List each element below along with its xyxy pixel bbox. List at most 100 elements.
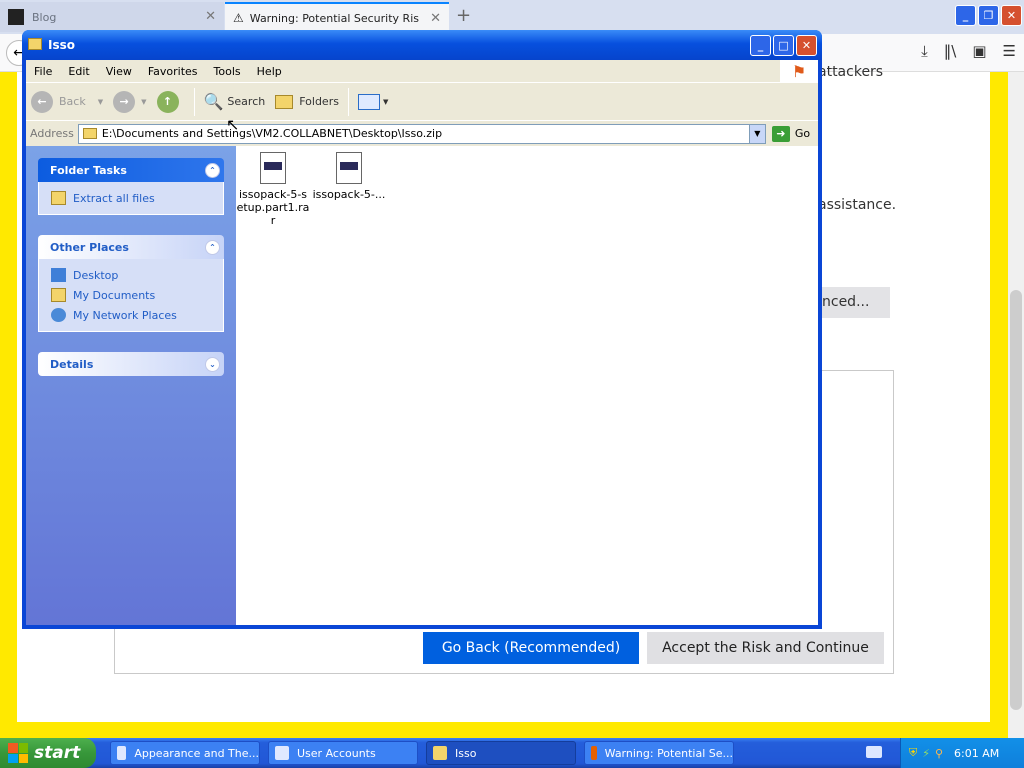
explorer-window-controls: _ □ ✕ (750, 35, 817, 56)
page-text: attackers (818, 64, 884, 80)
place-my-documents[interactable]: My Documents (51, 285, 223, 305)
back-button[interactable]: ← Back ▼ (26, 86, 108, 118)
tab-label: Warning: Potential Security Risk A (249, 11, 420, 25)
tab-blog[interactable]: Blog ✕ (0, 2, 224, 32)
download-icon[interactable]: ⤓ (921, 42, 928, 60)
dropdown-arrow-icon: ▼ (141, 97, 147, 106)
menu-tools[interactable]: Tools (206, 65, 249, 78)
toolbar-separator (193, 87, 195, 116)
go-back-button[interactable]: Go Back (Recommended) (423, 632, 639, 664)
dropdown-arrow-icon: ▼ (97, 97, 104, 106)
go-arrow-icon: ➜ (771, 125, 790, 142)
tab-security-warning[interactable]: ⚠ Warning: Potential Security Risk A ✕ (225, 2, 449, 32)
minimize-button[interactable]: _ (750, 35, 771, 56)
details-panel: Details ⌄ (38, 352, 224, 376)
place-desktop[interactable]: Desktop (51, 265, 223, 285)
address-bar: Address E:\Documents and Settings\VM2.CO… (26, 120, 818, 146)
warning-border-left (0, 72, 17, 738)
warning-icon: ⚠ (233, 11, 244, 25)
forward-arrow-icon: → (113, 90, 136, 113)
new-tab-button[interactable]: + (456, 5, 471, 26)
up-folder-button[interactable]: ↑ (152, 86, 190, 118)
menu-favorites[interactable]: Favorites (140, 65, 206, 78)
toolbar-icons: ⤓ ‖\ ▣ ☰ (921, 42, 1016, 60)
other-places-header[interactable]: Other Places ⌃ (38, 235, 224, 259)
taskbar-button-isso[interactable]: Isso (426, 741, 576, 765)
task-label: User Accounts (297, 746, 376, 760)
scrollbar-thumb[interactable] (1010, 290, 1022, 710)
rar-file-icon (336, 152, 362, 184)
collapse-icon[interactable]: ⌃ (205, 162, 220, 178)
minimize-button[interactable]: _ (955, 5, 976, 26)
advanced-button[interactable]: nced... (818, 287, 890, 318)
zip-folder-icon (433, 746, 447, 760)
close-tab-icon[interactable]: ✕ (430, 11, 441, 26)
place-label: My Documents (73, 288, 156, 302)
place-label: My Network Places (73, 308, 177, 322)
menu-help[interactable]: Help (249, 65, 290, 78)
keyboard-icon[interactable] (866, 746, 882, 758)
close-button[interactable]: ✕ (796, 35, 817, 56)
taskbar-button-appearance[interactable]: Appearance and The... (110, 741, 260, 765)
folder-tasks-panel: Folder Tasks ⌃ Extract all files (38, 158, 224, 215)
tab-label: Blog (32, 10, 57, 24)
folder-tasks-header[interactable]: Folder Tasks ⌃ (38, 158, 224, 182)
address-dropdown-icon[interactable]: ▼ (748, 124, 765, 143)
warning-border-right (990, 72, 1008, 722)
start-button[interactable]: start (0, 738, 96, 768)
accept-risk-button[interactable]: Accept the Risk and Continue (647, 632, 884, 664)
security-shield-icon[interactable]: ⛨ (909, 746, 917, 760)
blog-favicon-icon (8, 9, 24, 25)
taskbar-button-user-accounts[interactable]: User Accounts (268, 741, 418, 765)
expand-icon[interactable]: ⌄ (205, 356, 220, 372)
clock[interactable]: 6:01 AM (954, 747, 999, 760)
extract-all-files-link[interactable]: Extract all files (51, 188, 223, 208)
search-tray-icon[interactable]: ⚲ (935, 747, 943, 760)
network-icon[interactable]: ⚡ (922, 747, 930, 760)
forward-button[interactable]: → ▼ (108, 86, 151, 118)
windows-flag-icon: ⚑ (780, 60, 818, 82)
close-button[interactable]: ✕ (1001, 5, 1022, 26)
back-label: Back (59, 95, 86, 108)
zip-folder-icon (82, 128, 97, 139)
folders-label: Folders (299, 95, 339, 108)
desktop-icon (51, 268, 66, 282)
maximize-button[interactable]: □ (773, 35, 794, 56)
search-button[interactable]: 🔍 Search (199, 86, 271, 118)
task-label: Appearance and The... (134, 746, 259, 760)
menu-icon[interactable]: ☰ (1003, 42, 1016, 60)
views-button[interactable]: ▼ (353, 86, 393, 118)
dropdown-arrow-icon: ▼ (382, 97, 389, 106)
file-item[interactable]: issopack-5-... (312, 152, 386, 201)
sidebar-icon[interactable]: ▣ (972, 42, 986, 60)
windows-logo-icon (8, 743, 28, 763)
file-name: issopack-5-... (312, 188, 386, 201)
standard-toolbar: ← Back ▼ → ▼ ↑ 🔍 Search Folders ▼ (26, 82, 818, 120)
menu-file[interactable]: File (26, 65, 60, 78)
address-input[interactable]: E:\Documents and Settings\VM2.COLLABNET\… (77, 123, 766, 144)
menu-edit[interactable]: Edit (60, 65, 97, 78)
firefox-icon (591, 746, 597, 760)
file-item[interactable]: issopack-5-setup.part1.rar (236, 152, 310, 227)
place-my-network-places[interactable]: My Network Places (51, 305, 223, 325)
other-places-panel: Other Places ⌃ Desktop My Documents My N… (38, 235, 224, 332)
explorer-window: Isso _ □ ✕ File Edit View Favorites Tool… (22, 30, 822, 629)
folders-button[interactable]: Folders (270, 86, 344, 118)
window-title: Isso (48, 38, 75, 52)
library-icon[interactable]: ‖\ (944, 42, 957, 60)
file-list-pane: issopack-5-setup.part1.rar issopack-5-..… (236, 146, 818, 625)
restore-button[interactable]: ❐ (978, 5, 999, 26)
go-button[interactable]: ➜ Go (771, 125, 810, 142)
explorer-title-bar[interactable]: Isso _ □ ✕ (22, 30, 822, 60)
warning-border-bottom (0, 722, 1008, 738)
folders-icon (275, 94, 294, 109)
collapse-icon[interactable]: ⌃ (205, 239, 220, 255)
close-tab-icon[interactable]: ✕ (205, 9, 216, 24)
system-tray: ⛨ ⚡ ⚲ 6:01 AM (900, 738, 1024, 768)
taskbar-button-firefox[interactable]: Warning: Potential Se... (584, 741, 734, 765)
panel-title: Folder Tasks (50, 163, 127, 177)
back-arrow-icon: ← (31, 90, 53, 113)
details-header[interactable]: Details ⌄ (38, 352, 224, 376)
panel-title: Details (50, 357, 94, 371)
menu-view[interactable]: View (98, 65, 140, 78)
